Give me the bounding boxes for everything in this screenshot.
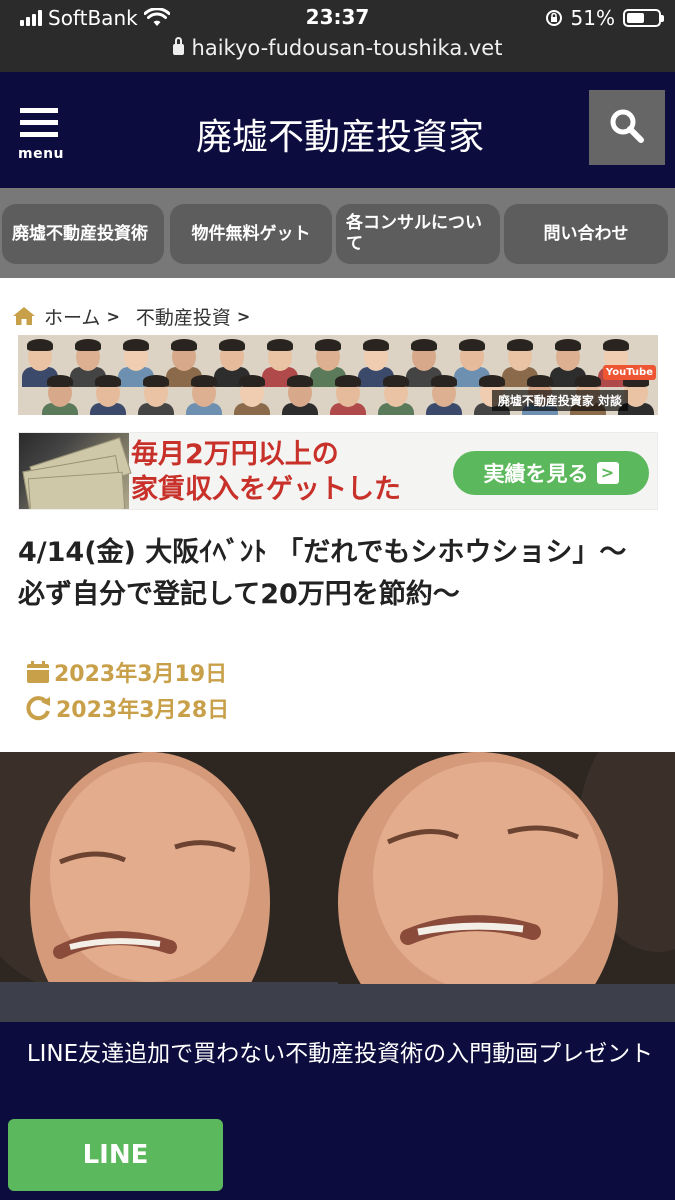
home-icon	[13, 307, 35, 325]
nav-item-investment[interactable]: 廃墟不動産投資術	[2, 204, 164, 264]
person-face	[40, 373, 80, 415]
nav-bar: 廃墟不動産投資術 物件無料ゲット 各コンサルについて 問い合わせ	[0, 188, 675, 278]
lock-icon	[172, 37, 184, 55]
income-banner-text: 毎月2万円以上の 家賃収入をゲットした	[131, 439, 401, 505]
battery-icon	[623, 9, 664, 27]
person-face	[280, 373, 320, 415]
results-button[interactable]: 実績を見る >	[453, 451, 649, 495]
money-image	[19, 433, 132, 509]
menu-button[interactable]: menu	[18, 108, 70, 163]
interview-banner-caption: 廃墟不動産投資家 対談	[491, 390, 628, 411]
person-face	[232, 373, 272, 415]
person-face	[184, 373, 224, 415]
search-icon	[610, 109, 644, 143]
article-title: 4/14(金) 大阪ｲﾍﾞﾝﾄ 「だれでもシホウショシ」〜必ず自分で登記して20…	[18, 537, 627, 610]
nav-item-contact[interactable]: 問い合わせ	[504, 204, 668, 264]
article-featured-image	[0, 752, 675, 1024]
published-date-row: 2023年3月19日	[26, 654, 229, 690]
breadcrumb-category[interactable]: 不動産投資	[136, 303, 231, 330]
portrait-right	[338, 752, 675, 1024]
nav-item-free-property[interactable]: 物件無料ゲット	[170, 204, 332, 264]
person-face	[376, 373, 416, 415]
breadcrumb-separator: >	[236, 306, 251, 326]
updated-date: 2023年3月28日	[56, 698, 230, 723]
breadcrumb-separator: >	[106, 306, 120, 326]
line-promo-panel: LINE友達追加で買わない不動産投資術の入門動画プレゼント LINE	[0, 1022, 675, 1200]
person-face	[328, 373, 368, 415]
search-button[interactable]	[589, 90, 665, 165]
breadcrumb: ホーム > 不動産投資 >	[12, 302, 266, 330]
hamburger-icon	[20, 108, 58, 113]
url-text: haikyo-fudousan-toushika.vet	[191, 36, 503, 60]
line-promo-text: LINE友達追加で買わない不動産投資術の入門動画プレゼント	[26, 1041, 654, 1067]
person-face	[136, 373, 176, 415]
address-bar[interactable]: haikyo-fudousan-toushika.vet	[0, 36, 675, 60]
calendar-icon	[27, 661, 49, 683]
person-face	[88, 373, 128, 415]
income-banner[interactable]: 毎月2万円以上の 家賃収入をゲットした 実績を見る >	[18, 432, 658, 510]
site-title[interactable]: 廃墟不動産投資家	[140, 108, 540, 160]
updated-date-row: 2023年3月28日	[26, 690, 229, 726]
portrait-left	[0, 752, 338, 1024]
orientation-lock-icon	[545, 10, 562, 26]
person-face	[424, 373, 464, 415]
line-button[interactable]: LINE	[8, 1119, 223, 1191]
breadcrumb-home[interactable]: ホーム	[44, 303, 100, 330]
refresh-icon	[26, 696, 50, 721]
interview-banner[interactable]: YouTube 廃墟不動産投資家 対談	[18, 335, 658, 415]
nav-item-consulting[interactable]: 各コンサルについて	[336, 204, 500, 264]
menu-label: menu	[18, 146, 65, 162]
status-right: 51%	[545, 6, 664, 30]
article-dates: 2023年3月19日 2023年3月28日	[26, 654, 229, 726]
youtube-badge: YouTube	[602, 365, 656, 380]
published-date: 2023年3月19日	[54, 662, 228, 687]
status-bar: SoftBank 23:37 51% haikyo-fudousan-toush…	[0, 0, 675, 72]
chevron-right-icon: >	[596, 462, 619, 484]
battery-percent: 51%	[570, 6, 615, 30]
